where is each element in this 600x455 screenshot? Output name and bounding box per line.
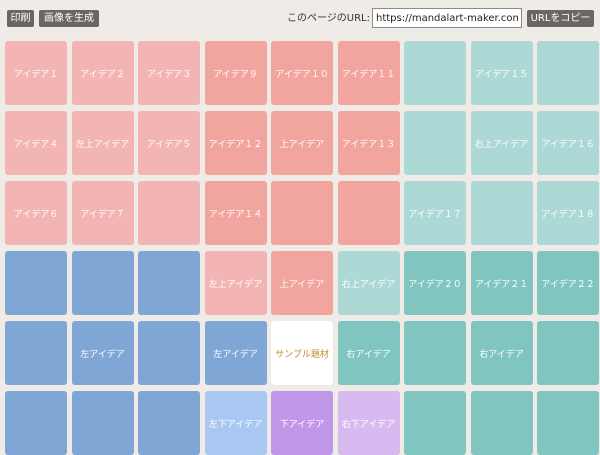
print-button[interactable]: 印刷	[7, 10, 34, 27]
grid-cell[interactable]: 右アイデア	[337, 321, 400, 385]
grid-cell[interactable]	[404, 111, 466, 175]
copy-url-button[interactable]: URLをコピー	[527, 10, 594, 27]
grid-cell[interactable]	[71, 391, 134, 455]
grid-cell[interactable]	[404, 391, 466, 455]
grid-cell[interactable]	[271, 181, 333, 245]
grid-cell[interactable]: 右上アイデア	[470, 111, 533, 175]
grid-cell[interactable]	[5, 391, 67, 455]
grid-cell[interactable]	[404, 321, 466, 385]
grid-cell[interactable]: 左上アイデア	[71, 111, 134, 175]
grid-cell[interactable]: アイデア２２	[537, 251, 599, 315]
grid-cell[interactable]	[337, 181, 400, 245]
grid-cell[interactable]	[5, 251, 67, 315]
grid-cell[interactable]: 右アイデア	[470, 321, 533, 385]
grid-cell[interactable]	[138, 321, 200, 385]
page-url-label: このページのURL:	[286, 13, 370, 24]
grid-cell[interactable]: アイデア２	[71, 41, 134, 105]
grid-cell[interactable]: 右下アイデア	[337, 391, 400, 455]
grid-cell[interactable]: アイデア１	[5, 41, 67, 105]
grid-cell[interactable]: 左アイデア	[71, 321, 134, 385]
grid-cell[interactable]: アイデア３	[138, 41, 200, 105]
grid-cell[interactable]: アイデア９	[204, 41, 267, 105]
generate-image-button[interactable]: 画像を生成	[39, 10, 99, 27]
grid-cell[interactable]	[537, 321, 599, 385]
grid-cell[interactable]	[470, 181, 533, 245]
grid-cell[interactable]: 下アイデア	[271, 391, 333, 455]
grid-cell[interactable]: アイデア１７	[404, 181, 466, 245]
grid-cell[interactable]: アイデア１８	[537, 181, 599, 245]
grid-cell[interactable]: アイデア６	[5, 181, 67, 245]
grid-cell[interactable]	[138, 181, 200, 245]
grid-cell[interactable]: 左上アイデア	[204, 251, 267, 315]
mandalart-grid: アイデア１ アイデア２ アイデア３ アイデア９ アイデア１０ アイデア１１ アイデア１５ アイ…	[5, 41, 599, 455]
grid-cell[interactable]: アイデア４	[5, 111, 67, 175]
grid-cell[interactable]: アイデア１１	[337, 41, 400, 105]
grid-cell[interactable]: アイデア５	[138, 111, 200, 175]
grid-cell[interactable]: アイデア１２	[204, 111, 267, 175]
grid-cell[interactable]	[138, 251, 200, 315]
grid-cell[interactable]	[537, 391, 599, 455]
grid-cell[interactable]: アイデア１４	[204, 181, 267, 245]
grid-cell[interactable]: 上アイデア	[271, 251, 333, 315]
grid-cell[interactable]: アイデア１３	[337, 111, 400, 175]
grid-cell[interactable]: アイデア７	[71, 181, 134, 245]
toolbar: 印刷 画像を生成 このページのURL: URLをコピー	[0, 0, 600, 36]
grid-cell[interactable]: 左下アイデア	[204, 391, 267, 455]
grid-cell[interactable]: 左アイデア	[204, 321, 267, 385]
grid-cell[interactable]: 上アイデア	[271, 111, 333, 175]
grid-cell[interactable]	[5, 321, 67, 385]
grid-cell[interactable]: 右上アイデア	[337, 251, 400, 315]
grid-cell[interactable]	[470, 391, 533, 455]
grid-cell[interactable]: アイデア２１	[470, 251, 533, 315]
grid-cell[interactable]	[138, 391, 200, 455]
center-theme-cell[interactable]: サンプル題材	[271, 321, 333, 385]
grid-cell[interactable]: アイデア１６	[537, 111, 599, 175]
grid-cell[interactable]: アイデア１５	[470, 41, 533, 105]
grid-cell[interactable]	[404, 41, 466, 105]
grid-cell[interactable]: アイデア１０	[271, 41, 333, 105]
grid-cell[interactable]	[71, 251, 134, 315]
page-url-field[interactable]	[372, 8, 522, 28]
grid-cell[interactable]: アイデア２０	[404, 251, 466, 315]
grid-cell[interactable]	[537, 41, 599, 105]
